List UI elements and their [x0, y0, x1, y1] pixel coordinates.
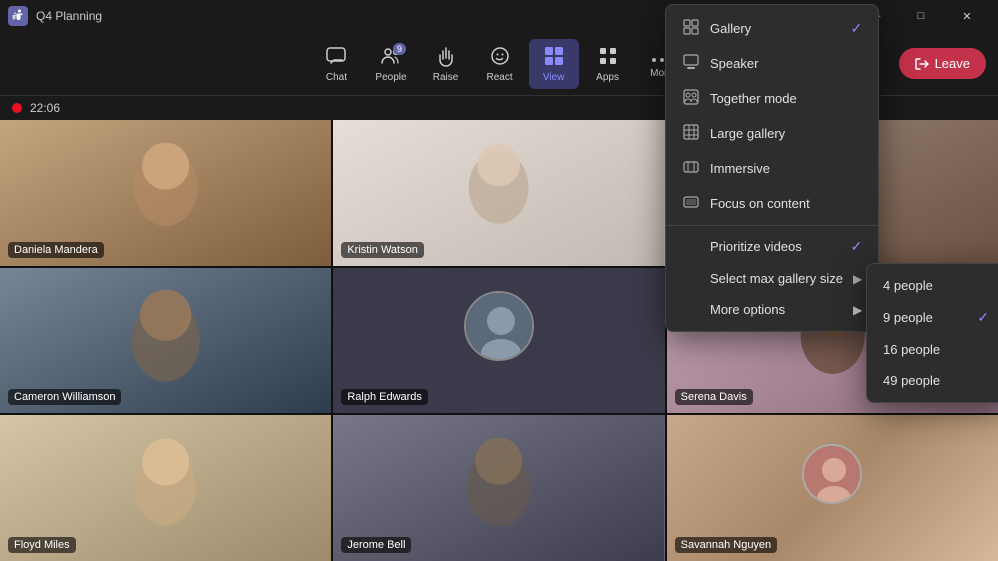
mic-label: Mic: [800, 72, 816, 83]
people-button[interactable]: 9 People: [365, 39, 416, 89]
title-bar: Q4 Planning ··· — □ ✕: [0, 0, 998, 32]
apps-label: Apps: [596, 72, 619, 83]
participant-name-9: Savannah Nguyen: [675, 537, 778, 553]
view-button[interactable]: View: [529, 39, 579, 89]
video-cell-6: Serena Davis: [667, 268, 998, 414]
leave-button[interactable]: Leave: [899, 48, 986, 79]
participant-name-7: Floyd Miles: [8, 537, 76, 553]
video-cell-9: Savannah Nguyen: [667, 415, 998, 561]
apps-icon: [597, 45, 619, 70]
title-bar-controls[interactable]: ··· — □ ✕: [806, 0, 990, 32]
video-cell-1: Daniela Mandera: [0, 120, 331, 266]
participant-name-2: Kristin Watson: [341, 242, 424, 258]
call-time: 22:06: [30, 101, 60, 115]
participant-name-6: Serena Davis: [675, 389, 753, 405]
view-icon: [543, 45, 565, 70]
participant-name-8: Jerome Bell: [341, 537, 411, 553]
share-label: Share: [852, 72, 879, 83]
participant-name-5: Ralph Edwards: [341, 389, 428, 405]
react-button[interactable]: React: [475, 39, 525, 89]
video-grid: Daniela Mandera Kristin Watson Wa... Cam…: [0, 120, 998, 561]
video-cell-3: Wa...: [667, 120, 998, 266]
view-label: View: [543, 72, 565, 83]
raise-button[interactable]: Raise: [421, 39, 471, 89]
chat-icon: [325, 51, 347, 71]
more-label: More: [650, 68, 673, 79]
people-badge: 9: [393, 43, 406, 55]
toolbar: Chat 9 People Raise React View Apps: [0, 32, 998, 96]
title-bar-left: Q4 Planning: [8, 6, 102, 26]
mic-button[interactable]: Mic: [783, 39, 833, 89]
video-cell-8: Jerome Bell: [333, 415, 664, 561]
leave-label: Leave: [935, 56, 970, 71]
share-icon: [855, 45, 877, 70]
minimize-button[interactable]: —: [852, 0, 898, 32]
raise-label: Raise: [433, 72, 459, 83]
participant-name-3: Wa...: [675, 242, 712, 258]
apps-button[interactable]: Apps: [583, 39, 633, 89]
people-label: People: [375, 72, 406, 83]
react-label: React: [487, 72, 513, 83]
toolbar-right: Camera Mic Share Leave: [719, 39, 986, 89]
more-options-icon: [651, 48, 673, 66]
recording-indicator: [12, 103, 22, 113]
app-title: Q4 Planning: [36, 9, 102, 23]
video-cell-5: Ralph Edwards: [333, 268, 664, 414]
status-bar: 22:06: [0, 96, 998, 120]
chat-button[interactable]: Chat: [311, 39, 361, 89]
camera-button[interactable]: Camera: [719, 41, 775, 87]
more-button[interactable]: ···: [806, 0, 852, 32]
share-button[interactable]: Share: [841, 39, 891, 89]
camera-label: Camera: [729, 70, 765, 81]
raise-icon: [435, 45, 457, 70]
video-cell-2: Kristin Watson: [333, 120, 664, 266]
participant-name-4: Cameron Williamson: [8, 389, 121, 405]
participant-name-1: Daniela Mandera: [8, 242, 104, 258]
mic-icon: [799, 45, 817, 70]
camera-icon: [736, 47, 758, 68]
react-icon: [489, 45, 511, 70]
teams-logo: [8, 6, 28, 26]
more-options-button[interactable]: More: [637, 42, 687, 85]
video-cell-4: Cameron Williamson: [0, 268, 331, 414]
maximize-button[interactable]: □: [898, 0, 944, 32]
video-cell-7: Floyd Miles: [0, 415, 331, 561]
close-button[interactable]: ✕: [944, 0, 990, 32]
chat-label: Chat: [326, 72, 347, 83]
